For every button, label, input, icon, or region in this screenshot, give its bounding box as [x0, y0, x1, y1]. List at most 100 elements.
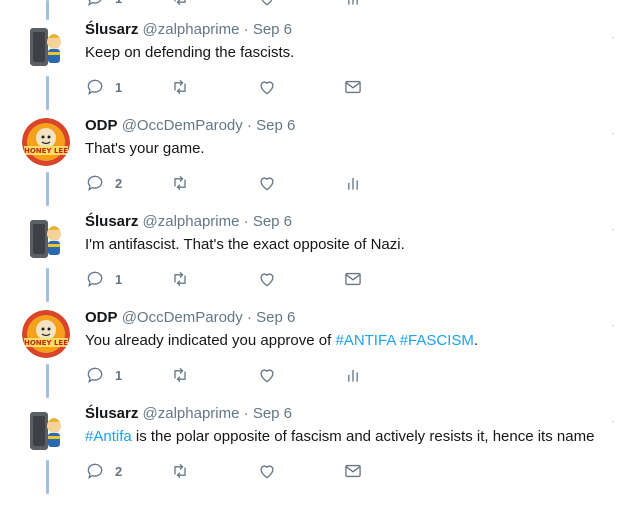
- tweet-text: #Antifa is the polar opposite of fascism…: [85, 428, 594, 445]
- retweet-icon: [174, 463, 186, 479]
- like-button[interactable]: [257, 269, 277, 289]
- retweet-button[interactable]: [170, 461, 190, 481]
- display-name[interactable]: ODP: [85, 117, 118, 134]
- honey-lee-avatar[interactable]: HONEY LEE: [22, 118, 70, 166]
- reply-count: 1: [115, 0, 122, 6]
- thread-line-top: [46, 0, 49, 20]
- reply-icon: [87, 79, 103, 96]
- heart-icon: [260, 273, 274, 287]
- user-handle[interactable]: @zalphaprime: [143, 213, 240, 230]
- hashtag-link[interactable]: #Antifa: [85, 428, 132, 445]
- like-button[interactable]: [257, 77, 277, 97]
- more-options-dot[interactable]: ·: [611, 222, 615, 236]
- retweet-button[interactable]: [170, 365, 190, 385]
- hashtag-link[interactable]: #FASCISM: [400, 332, 474, 349]
- tweet-date[interactable]: Sep 6: [253, 213, 292, 230]
- reply-button[interactable]: 2: [85, 461, 122, 481]
- tweet-text-segment: That's your game.: [85, 140, 205, 157]
- like-button[interactable]: [257, 461, 277, 481]
- direct-message-button[interactable]: [343, 461, 363, 481]
- retweet-icon: [174, 79, 186, 95]
- tweet[interactable]: Ślusarz @zalphaprime · Sep 6 Keep on def…: [0, 20, 617, 116]
- user-handle[interactable]: @OccDemParody: [122, 309, 243, 326]
- analytics-button[interactable]: [343, 0, 363, 8]
- like-button[interactable]: [257, 173, 277, 193]
- reply-icon: [87, 463, 103, 480]
- tweet-text-segment: .: [473, 332, 479, 349]
- tweet-date[interactable]: Sep 6: [256, 117, 295, 134]
- reply-button[interactable]: 1: [85, 0, 122, 8]
- analytics-button[interactable]: [343, 173, 363, 193]
- envelope-icon: [345, 272, 361, 286]
- tweet[interactable]: HONEY LEE ODP @OccDemParody · Sep 6 That…: [0, 116, 617, 212]
- tweet-header: ODP @OccDemParody · Sep 6: [85, 309, 295, 326]
- reply-icon: [88, 0, 102, 7]
- retweet-button[interactable]: [170, 0, 190, 8]
- more-options-dot[interactable]: ·: [611, 126, 615, 140]
- display-name[interactable]: Ślusarz: [85, 21, 138, 38]
- reply-count: 1: [115, 79, 123, 95]
- tweet-text-segment: Keep on defending the fascists.: [85, 44, 295, 61]
- more-options-dot[interactable]: ·: [611, 318, 615, 332]
- tweet-date[interactable]: Sep 6: [256, 309, 295, 326]
- tweet-date[interactable]: Sep 6: [253, 21, 292, 38]
- honey-lee-avatar[interactable]: HONEY LEE: [22, 310, 70, 358]
- reply-button[interactable]: 1: [85, 269, 122, 289]
- retweet-icon: [174, 175, 186, 191]
- vault-boy-avatar[interactable]: [22, 406, 70, 454]
- reply-button[interactable]: 1: [85, 77, 122, 97]
- tweet-text: Keep on defending the fascists.: [85, 44, 294, 61]
- separator: ·: [243, 213, 249, 230]
- like-button[interactable]: [257, 0, 277, 8]
- envelope-icon: [345, 464, 361, 478]
- tweet-header: Ślusarz @zalphaprime · Sep 6: [85, 405, 292, 422]
- analytics-button[interactable]: [343, 365, 363, 385]
- retweet-button[interactable]: [170, 173, 190, 193]
- envelope-icon: [345, 80, 361, 94]
- user-handle[interactable]: @OccDemParody: [122, 117, 243, 134]
- tweet-actions: 2: [85, 461, 385, 481]
- tweet-actions: 2: [85, 173, 385, 193]
- vault-boy-avatar[interactable]: [22, 22, 70, 70]
- reply-icon: [87, 271, 103, 288]
- heart-icon: [260, 81, 274, 95]
- reply-button[interactable]: 2: [85, 173, 122, 193]
- hashtag-link[interactable]: #ANTIFA: [335, 332, 395, 349]
- display-name[interactable]: Ślusarz: [85, 405, 138, 422]
- heart-icon: [260, 465, 274, 479]
- tweet-text-segment: You already indicated you approve of: [85, 332, 336, 349]
- tweet-header: ODP @OccDemParody · Sep 6: [85, 117, 295, 134]
- reply-icon: [87, 367, 103, 384]
- like-button[interactable]: [257, 365, 277, 385]
- heart-icon: [260, 177, 274, 191]
- separator: ·: [243, 405, 249, 422]
- user-handle[interactable]: @zalphaprime: [143, 21, 240, 38]
- direct-message-button[interactable]: [343, 77, 363, 97]
- heart-icon: [260, 369, 274, 383]
- tweet[interactable]: Ślusarz @zalphaprime · Sep 6 #Antifa is …: [0, 404, 617, 500]
- reply-count: 2: [115, 463, 123, 479]
- retweet-button[interactable]: [170, 77, 190, 97]
- retweet-icon: [174, 0, 186, 6]
- separator: ·: [243, 21, 249, 38]
- analytics-icon: [348, 0, 358, 5]
- display-name[interactable]: ODP: [85, 309, 118, 326]
- tweet-date[interactable]: Sep 6: [253, 405, 292, 422]
- more-options-dot[interactable]: ·: [611, 30, 615, 44]
- vault-boy-avatar[interactable]: [22, 214, 70, 262]
- tweet-text-segment: is the polar opposite of fascism and act…: [131, 428, 595, 445]
- user-handle[interactable]: @zalphaprime: [143, 405, 240, 422]
- reply-button[interactable]: 1: [85, 365, 122, 385]
- tweet[interactable]: HONEY LEE ODP @OccDemParody · Sep 6 You …: [0, 308, 617, 404]
- display-name[interactable]: Ślusarz: [85, 213, 138, 230]
- svg-text:HONEY LEE: HONEY LEE: [24, 339, 68, 347]
- reply-count: 1: [115, 271, 123, 287]
- reply-icon: [87, 175, 103, 192]
- tweet[interactable]: Ślusarz @zalphaprime · Sep 6 I'm antifas…: [0, 212, 617, 308]
- more-options-dot[interactable]: ·: [611, 414, 615, 428]
- tweet-actions: 1: [85, 269, 385, 289]
- retweet-button[interactable]: [170, 269, 190, 289]
- reply-count: 1: [115, 367, 123, 383]
- retweet-icon: [174, 271, 186, 287]
- direct-message-button[interactable]: [343, 269, 363, 289]
